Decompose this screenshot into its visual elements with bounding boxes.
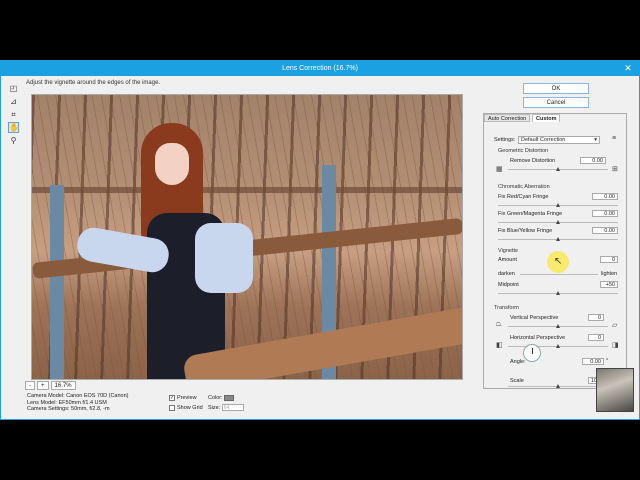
green-magenta-field[interactable]: 0.00 [592,210,618,217]
title-bar: Lens Correction (16.7%) ✕ [1,61,639,76]
vignette-title: Vignette [498,248,519,254]
green-magenta-label: Fix Green/Magenta Fringe [498,211,563,217]
zoom-level[interactable]: 16.7% [50,381,76,390]
vertical-perspective-knob[interactable] [556,324,560,328]
angle-label: Angle: [510,359,526,365]
red-cyan-knob[interactable] [556,203,560,207]
vignette-amount-field[interactable]: 0 [600,256,618,263]
barrel-icon: ⊞ [612,166,618,173]
vignette-amount-label: Amount [498,257,517,263]
zoom-in-button[interactable]: + [37,381,49,390]
move-grid-tool-icon[interactable]: ⌗ [8,109,19,120]
window-title: Lens Correction (16.7%) [282,65,358,72]
angle-field[interactable]: 0.00 [582,358,604,365]
red-cyan-field[interactable]: 0.00 [592,193,618,200]
tab-custom[interactable]: Custom [532,114,561,122]
show-grid-checkbox[interactable] [169,404,175,411]
mouse-pointer-icon: ↖ [554,256,563,267]
horizontal-perspective-icon-right: ◨ [612,342,619,349]
face [155,143,189,185]
vertical-perspective-icon-right: ⏥ [612,322,618,329]
sleeve-right [195,223,253,293]
remove-distortion-field[interactable]: 0.00 [580,157,606,164]
cancel-button[interactable]: Cancel [523,97,589,108]
blue-yellow-knob[interactable] [556,237,560,241]
zoom-tool-icon[interactable]: ⚲ [8,135,19,146]
show-grid-label: Show Grid [177,405,203,411]
webcam-overlay [596,368,634,412]
photo-subject [74,123,257,379]
blue-yellow-field[interactable]: 0.00 [592,227,618,234]
horizontal-perspective-knob[interactable] [556,344,560,348]
pincushion-icon: ▦ [496,166,503,173]
vertical-perspective-label: Vertical Perspective [510,315,559,321]
ok-button[interactable]: OK [523,83,589,94]
geometric-distortion-title: Geometric Distortion [498,148,549,154]
chromatic-aberration-title: Chromatic Aberration [498,184,550,190]
lens-correction-dialog: Lens Correction (16.7%) ✕ ◰ ⊿ ⌗ ✋ ⚲ Adju… [0,60,640,420]
vertical-perspective-field[interactable]: 0 [588,314,604,321]
remove-distortion-label: Remove Distortion [510,158,556,164]
degree-symbol: ° [606,358,609,364]
grid-size-field[interactable]: 64 [221,404,244,412]
scale-label: Scale [510,378,524,384]
darken-label: darken [498,271,515,277]
tab-bar: Auto Correction Custom [484,114,626,122]
red-cyan-label: Fix Red/Cyan Fringe [498,194,549,200]
preview-checkbox[interactable]: ✓ [169,394,175,401]
camera-settings: Camera Settings: 50mm, f/2.8, -m [27,406,110,412]
remove-distortion-tool-icon[interactable]: ◰ [8,83,19,94]
grid-color-swatch[interactable] [224,394,235,401]
zoom-bar: - +16.7% [25,381,145,390]
vertical-perspective-icon: ⏢ [496,321,502,328]
image-preview[interactable] [31,94,463,380]
railing-post [50,185,64,379]
camera-info: Camera Model: Canon EOS 70D (Canon) Lens… [27,393,129,413]
straighten-tool-icon[interactable]: ⊿ [8,96,19,107]
preview-label: Preview [177,395,197,401]
preview-options: ✓ Preview Show Grid [169,393,203,413]
remove-distortion-knob[interactable] [556,167,560,171]
midpoint-label: Midpoint [498,282,519,288]
midpoint-field[interactable]: +50 [600,281,618,288]
vignette-amount-slider[interactable] [520,274,598,275]
angle-dial[interactable] [523,344,541,362]
green-magenta-knob[interactable] [556,220,560,224]
tool-strip: ◰ ⊿ ⌗ ✋ ⚲ [7,81,21,161]
tab-auto-correction[interactable]: Auto Correction [484,114,531,122]
settings-label: Settings: [494,137,516,143]
color-label: Color: [208,395,223,401]
hint-text: Adjust the vignette around the edges of … [26,80,161,86]
zoom-out-button[interactable]: - [25,381,35,390]
lighten-label: lighten [601,271,618,277]
settings-select[interactable]: Default Correction [518,136,600,144]
horizontal-perspective-icon: ◧ [496,342,503,349]
cursor-highlight: ↖ [547,251,569,273]
horizontal-perspective-field[interactable]: 0 [588,334,604,341]
panel-menu-icon[interactable]: ≡ [612,135,616,142]
midpoint-knob[interactable] [556,291,560,295]
horizontal-perspective-label: Horizontal Perspective [510,335,566,341]
close-icon[interactable]: ✕ [621,62,635,74]
size-label: Size: [208,405,221,411]
scale-knob[interactable] [556,384,560,388]
camera-model: Camera Model: Canon EOS 70D (Canon) [27,393,129,399]
blue-yellow-label: Fix Blue/Yellow Fringe [498,228,553,234]
transform-title: Transform [494,305,519,311]
hand-tool-icon[interactable]: ✋ [8,122,19,133]
grid-options: Color: Size: 64 [208,393,244,413]
